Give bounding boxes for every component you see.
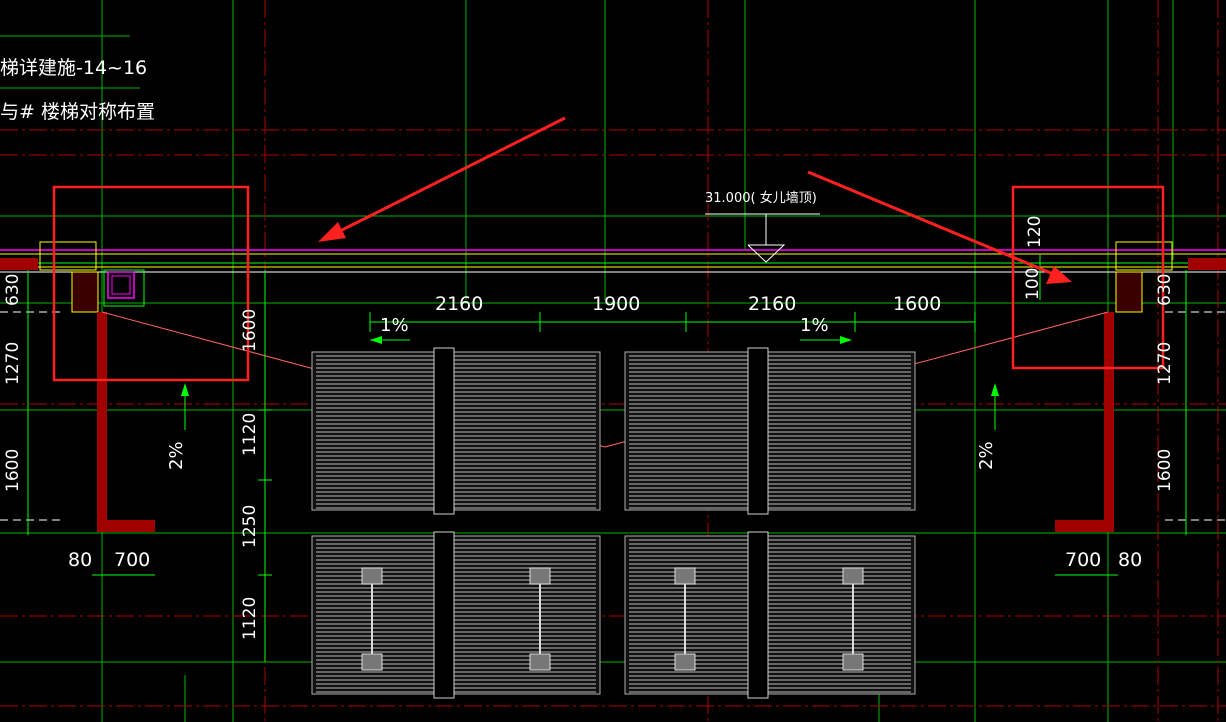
dim-top-1: 2160 [435,293,483,315]
equipment-unit [624,531,916,699]
dim-inner-2: 1120 [240,413,260,456]
dim-inner-1: 1600 [240,309,260,352]
equipment-unit [311,347,601,515]
slope-left: 2% [166,441,187,470]
dim-left-2: 1270 [3,342,23,385]
dim-right-small-1: 120 [1025,216,1045,248]
fan-motor-icon [361,567,383,585]
slope-top-right: 1% [800,315,829,336]
dim-top-2: 1900 [592,293,640,315]
note-line-2: 与# 楼梯对称布置 [0,101,155,123]
dim-left-3: 1600 [3,449,23,492]
equipment-unit [624,347,916,515]
equipment-center-band [747,531,769,699]
dim-inner-3: 1250 [240,505,260,548]
fan-motor-icon [674,567,696,585]
dim-bottom-left-1: 80 [68,549,92,571]
equipment-center-band [433,347,455,515]
dim-right-2: 1270 [1155,342,1175,385]
dim-bottom-right-2: 80 [1118,549,1142,571]
fan-motor-icon [842,653,864,671]
dim-bottom-left-2: 700 [114,549,150,571]
equipment-unit [311,531,601,699]
dim-right-3: 1600 [1155,449,1175,492]
dim-inner-4: 1120 [240,597,260,640]
dim-bottom-right-1: 700 [1065,549,1101,571]
dim-right-1: 630 [1155,274,1175,306]
fan-motor-icon [361,653,383,671]
fan-motor-icon [842,567,864,585]
dim-left-1: 630 [3,274,23,306]
elevation-label: 31.000( 女儿墙顶) [705,190,817,206]
fan-motor-icon [529,567,551,585]
cad-drawing-canvas[interactable]: 梯详建施-14~16 与# 楼梯对称布置 31.000( 女儿墙顶) 2160 … [0,0,1226,722]
dim-right-small-2: 100 [1023,268,1043,300]
slope-top-left: 1% [380,315,409,336]
slope-right: 2% [976,441,997,470]
canvas-background [0,0,1226,722]
fan-motor-icon [529,653,551,671]
equipment-center-band [433,531,455,699]
fan-motor-icon [674,653,696,671]
dim-top-4: 1600 [893,293,941,315]
equipment-center-band [747,347,769,515]
dim-top-3: 2160 [748,293,796,315]
note-line-1: 梯详建施-14~16 [0,57,147,79]
